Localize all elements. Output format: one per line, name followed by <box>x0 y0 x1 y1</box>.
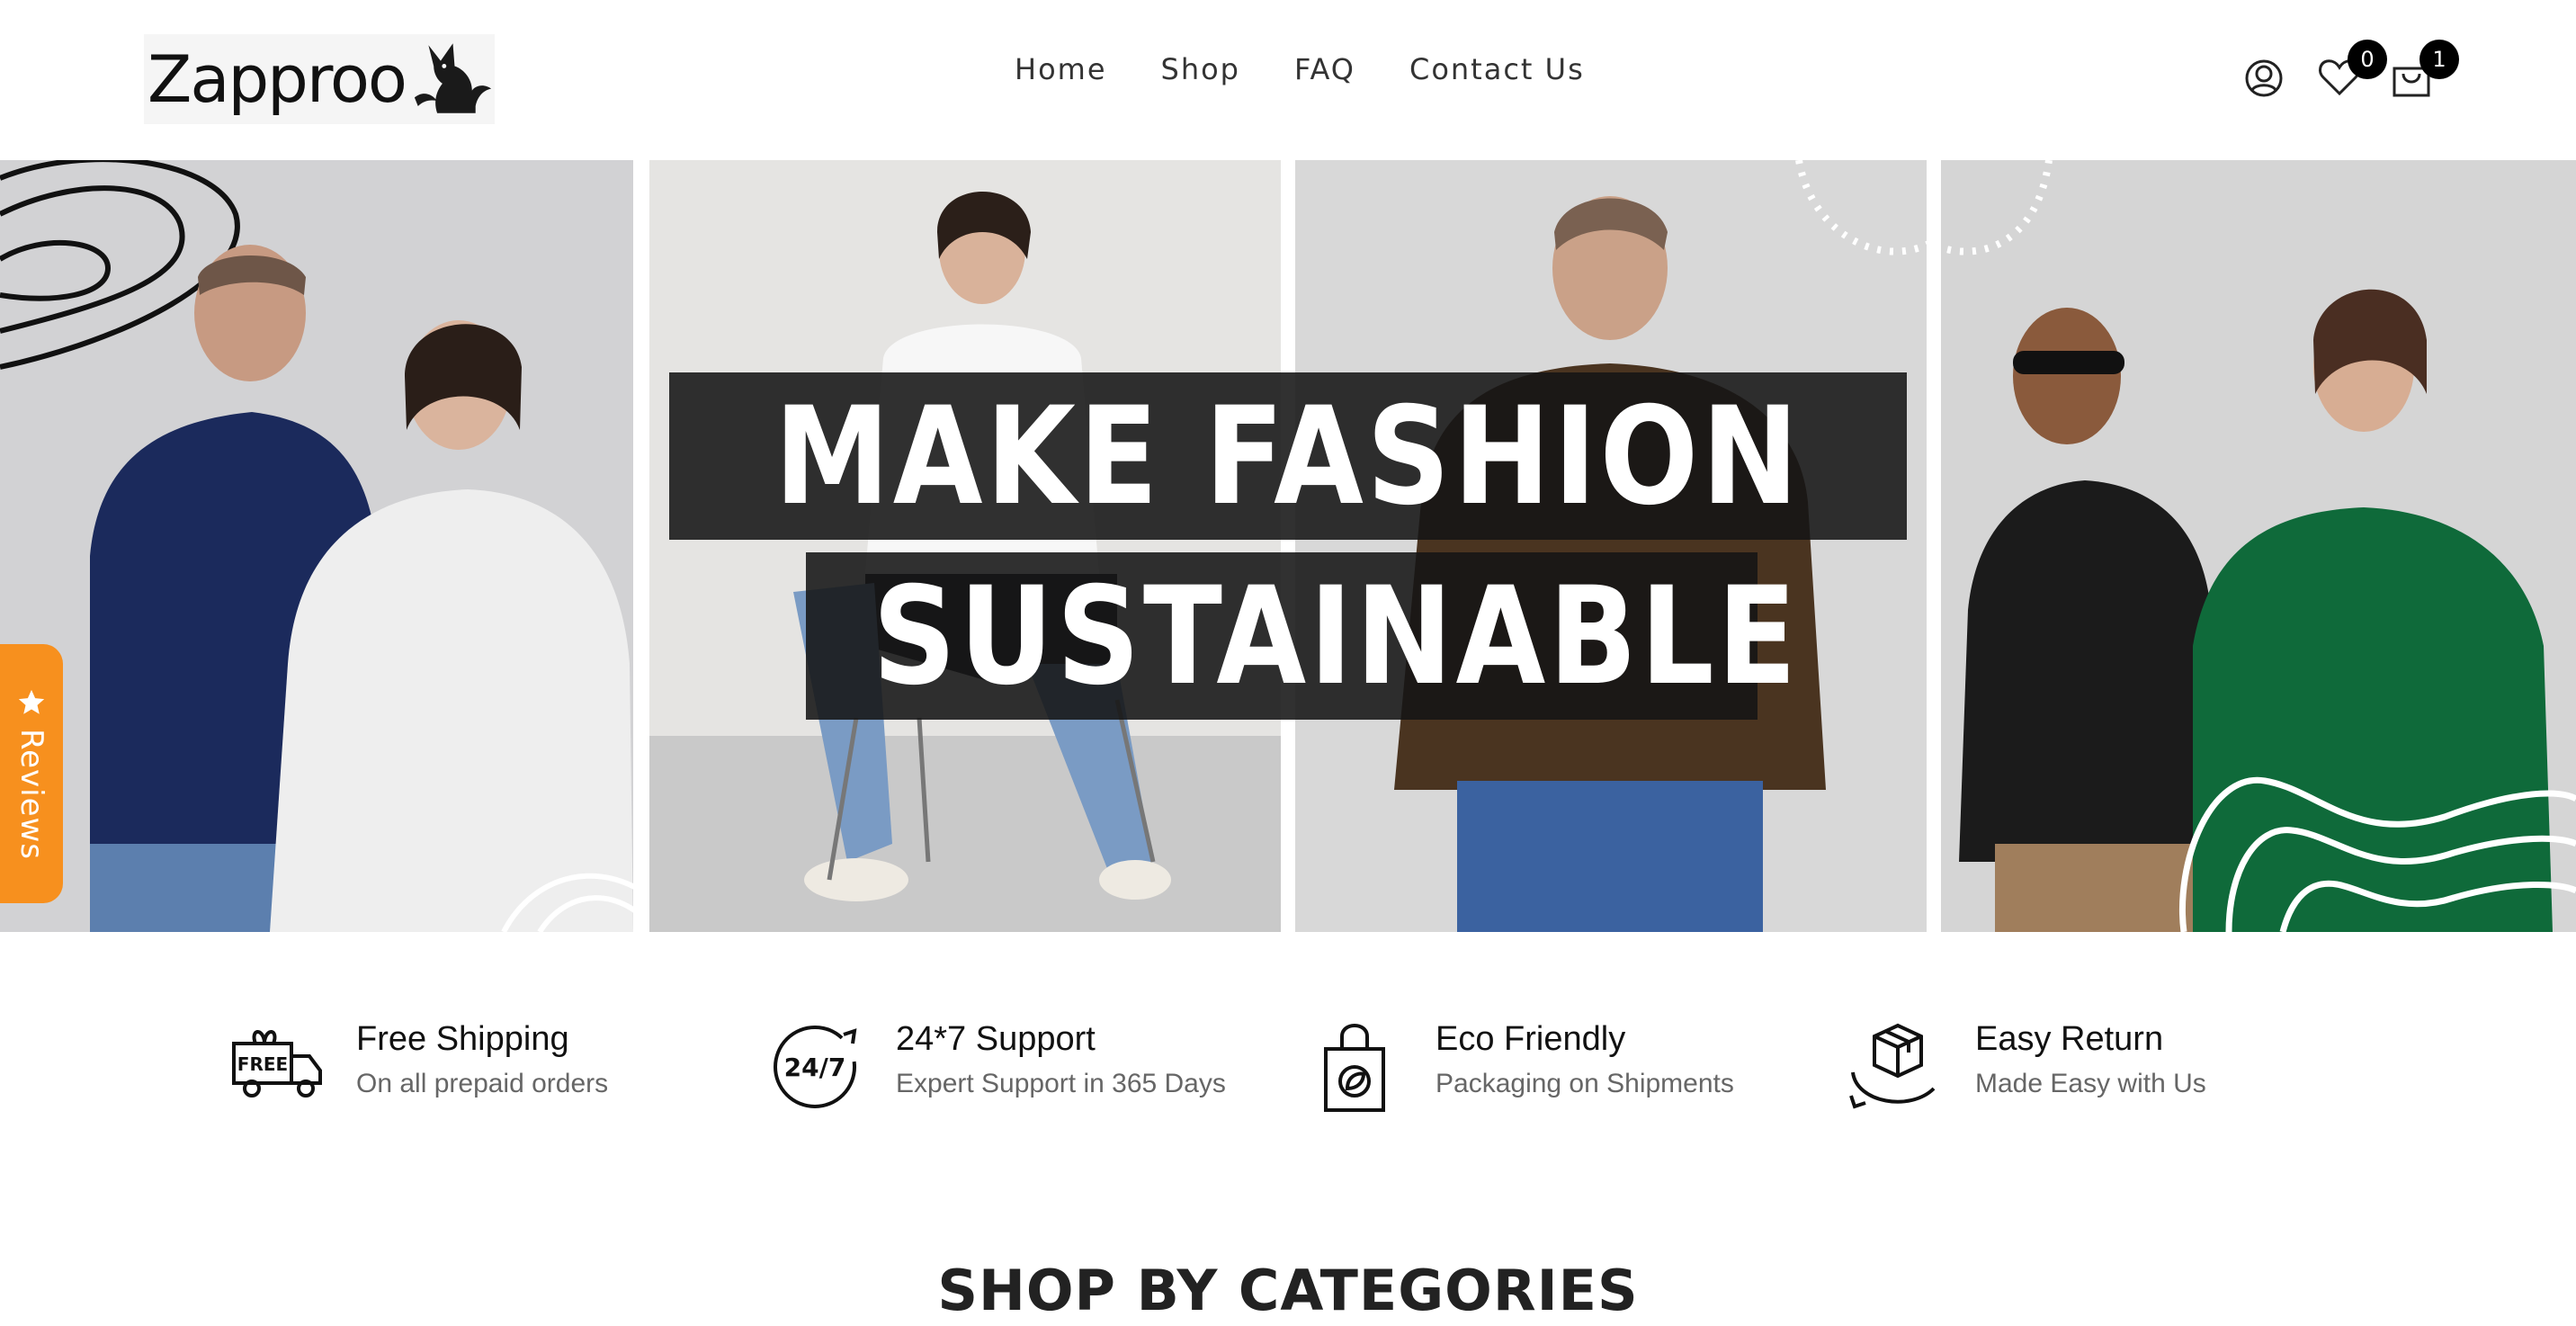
cart-count-badge: 1 <box>2419 40 2459 79</box>
hero-panel-2 <box>649 160 1281 932</box>
feature-subtitle: On all prepaid orders <box>356 1069 609 1098</box>
nav-faq[interactable]: FAQ <box>1294 52 1355 86</box>
reviews-tab-label: Reviews <box>13 728 49 861</box>
nav-contact-us[interactable]: Contact Us <box>1409 52 1585 86</box>
free-delivery-truck-icon: FREE <box>232 1030 322 1098</box>
user-icon[interactable] <box>2240 54 2288 103</box>
feature-free-shipping: FREE Free Shipping On all prepaid orders <box>228 1017 651 1115</box>
feature-eco-friendly: Eco Friendly Packaging on Shipments <box>1308 1017 1775 1115</box>
hero-headline-line-2: SUSTAINABLE <box>872 559 1800 715</box>
hero-panel-1-image <box>0 160 633 932</box>
feature-easy-return: Easy Return Made Easy with Us <box>1847 1017 2315 1115</box>
hero-panel-1 <box>0 160 633 932</box>
hero-panel-2-image <box>649 160 1281 932</box>
feature-subtitle: Made Easy with Us <box>1975 1069 2206 1098</box>
hero-panel-3 <box>1295 160 1927 932</box>
hero-banner[interactable]: MAKE FASHION SUSTAINABLE <box>0 160 2576 932</box>
hero-panel-3-image <box>1295 160 1927 932</box>
hero-headline-line-1: MAKE FASHION <box>774 379 1802 535</box>
feature-title: Free Shipping <box>356 1020 569 1058</box>
feature-title: 24*7 Support <box>896 1020 1096 1058</box>
star-icon <box>18 689 45 714</box>
return-box-icon <box>1849 1023 1936 1109</box>
main-nav: Home Shop FAQ Contact Us <box>1015 52 1585 86</box>
feature-title: Eco Friendly <box>1436 1020 1626 1058</box>
brand-logo[interactable]: Zapproo <box>144 34 495 124</box>
feature-title: Easy Return <box>1975 1020 2164 1058</box>
brand-name: Zapproo <box>148 41 407 117</box>
feature-subtitle: Expert Support in 365 Days <box>896 1069 1226 1098</box>
free-icon-text: FREE <box>237 1053 288 1075</box>
support-icon-text: 24/7 <box>784 1053 846 1082</box>
fox-icon <box>414 43 492 113</box>
site-header: Zapproo Home Shop FAQ Contact Us 0 1 <box>0 0 2576 160</box>
reviews-tab[interactable]: Reviews <box>0 644 63 903</box>
shop-by-categories-heading: SHOP BY CATEGORIES <box>937 1258 1639 1323</box>
wishlist-count-badge: 0 <box>2348 40 2387 79</box>
support-24-7-icon: 24/7 <box>774 1026 857 1108</box>
feature-subtitle: Packaging on Shipments <box>1436 1069 1734 1098</box>
nav-shop[interactable]: Shop <box>1161 52 1240 86</box>
feature-support: 24/7 24*7 Support Expert Support in 365 … <box>768 1017 1236 1115</box>
eco-bag-icon <box>1324 1024 1385 1112</box>
hero-panel-4 <box>1941 160 2576 932</box>
nav-home[interactable]: Home <box>1015 52 1107 86</box>
hero-panel-4-image <box>1941 160 2576 932</box>
